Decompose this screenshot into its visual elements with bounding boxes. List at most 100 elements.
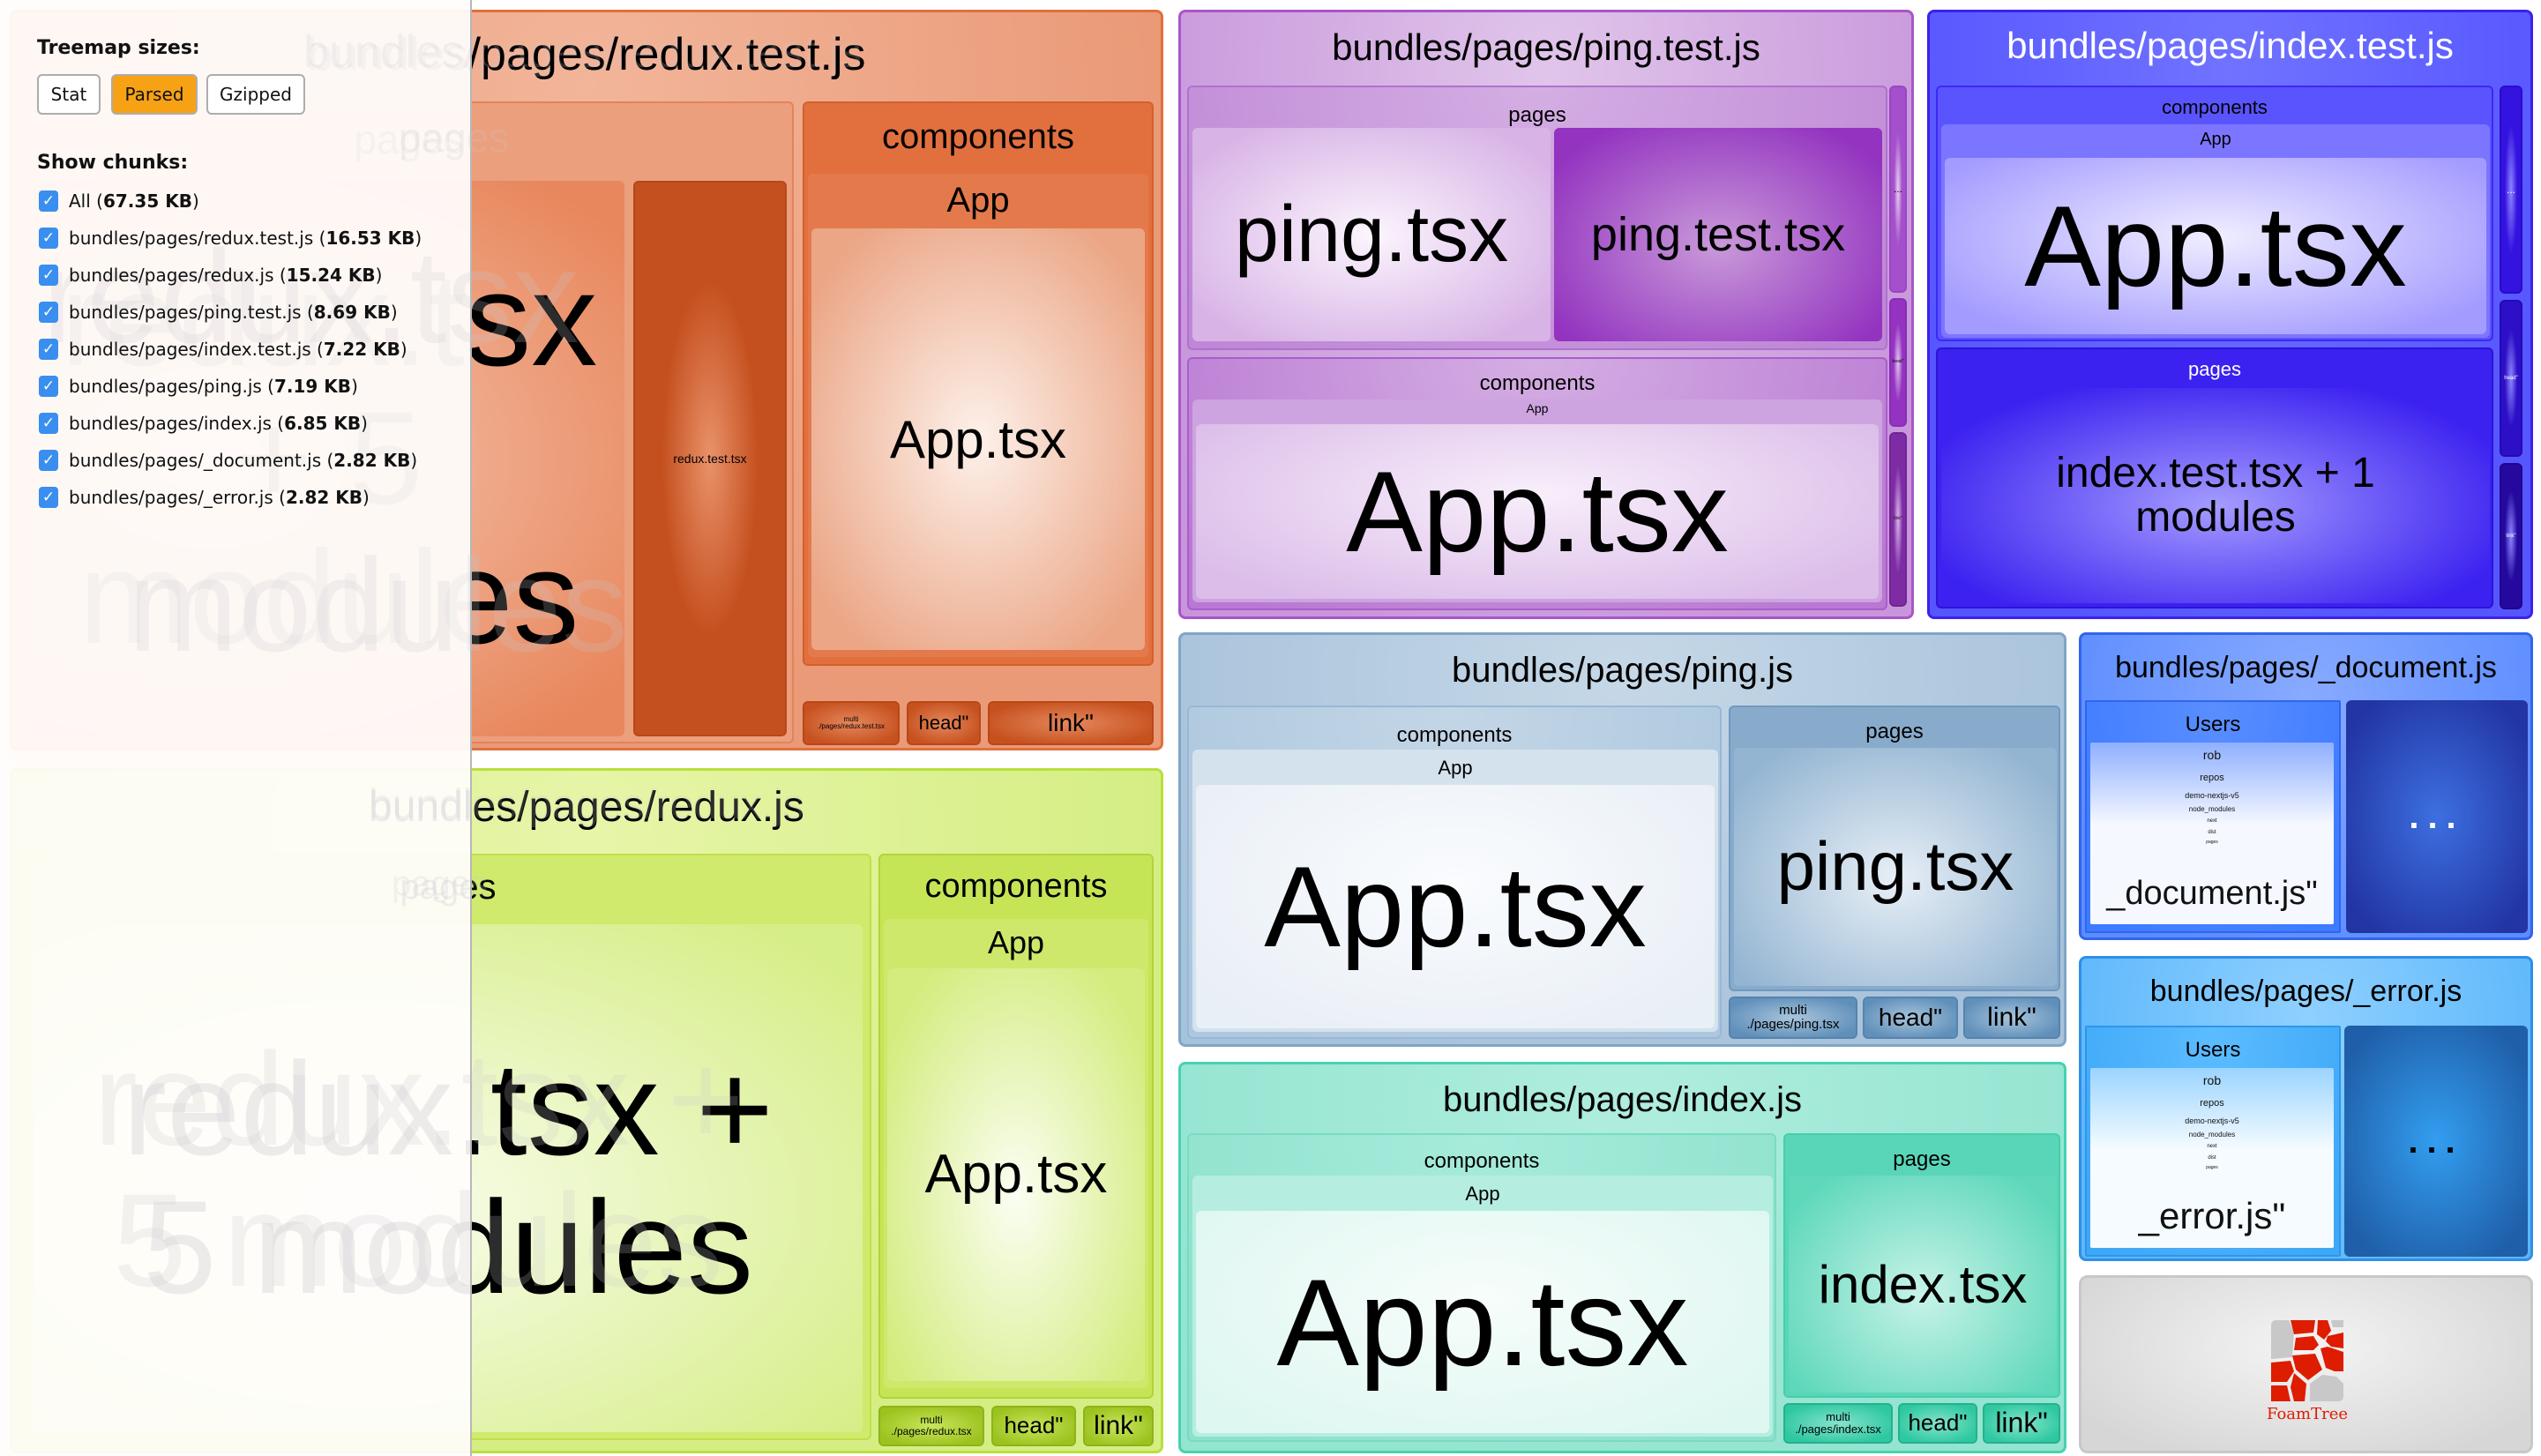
- group-label: App: [946, 181, 1010, 220]
- group-pages[interactable]: pages index.tsx: [1783, 1133, 2060, 1398]
- module-more[interactable]: ...: [2346, 700, 2528, 933]
- chunk-checkbox-index[interactable]: ✓ bundles/pages/index.js (6.85 KB): [39, 411, 368, 436]
- size-button-parsed[interactable]: Parsed: [111, 74, 198, 115]
- module-index-tsx[interactable]: index.tsx: [1789, 1176, 2057, 1393]
- module-multi[interactable]: multi ./pages/redux.test.tsx: [803, 701, 900, 745]
- chunk-checkbox-redux[interactable]: ✓ bundles/pages/redux.js (15.24 KB): [39, 263, 382, 287]
- checkbox-checked-icon[interactable]: ✓: [39, 376, 58, 397]
- chunk-document[interactable]: bundles/pages/_document.js Users rob rep…: [2079, 632, 2533, 940]
- group-app[interactable]: App App.tsx: [1192, 750, 1718, 1032]
- checkbox-checked-icon[interactable]: ✓: [39, 450, 58, 471]
- group-app[interactable]: App App.tsx: [884, 919, 1148, 1388]
- group-components[interactable]: components App App.tsx: [1187, 706, 1722, 1039]
- checkbox-checked-icon[interactable]: ✓: [39, 339, 58, 360]
- chunk-checkbox-ping-test[interactable]: ✓ bundles/pages/ping.test.js (8.69 KB): [39, 300, 398, 325]
- module-label: link": [1048, 709, 1094, 737]
- module-ping-tsx[interactable]: ping.tsx: [1192, 128, 1551, 341]
- module-ping-tsx[interactable]: ping.tsx: [1734, 748, 2057, 986]
- module-app-tsx[interactable]: App.tsx: [887, 968, 1145, 1381]
- group-pages[interactable]: pages ping.tsx ping.test.tsx: [1187, 86, 1887, 350]
- module-link[interactable]: link": [1963, 997, 2060, 1039]
- chunk-ping[interactable]: bundles/pages/ping.js components App App…: [1178, 632, 2066, 1047]
- chunk-checkbox-redux-test[interactable]: ✓ bundles/pages/redux.test.js (16.53 KB): [39, 226, 422, 250]
- module-app-tsx[interactable]: App.tsx: [1196, 785, 1715, 1028]
- module-more[interactable]: ...: [2344, 1026, 2528, 1257]
- checkbox-checked-icon[interactable]: ✓: [39, 190, 58, 212]
- chunk-ping-test[interactable]: bundles/pages/ping.test.js pages ping.ts…: [1178, 10, 1914, 619]
- module-app-tsx[interactable]: App.tsx: [1196, 1211, 1769, 1433]
- module-more[interactable]: ...: [2500, 86, 2522, 294]
- module-link[interactable]: link": [2500, 463, 2522, 609]
- chunk-error[interactable]: bundles/pages/_error.js Users rob repos …: [2079, 956, 2533, 1261]
- foamtree-branding: FoamTree: [2079, 1275, 2533, 1453]
- module-index-test-tsx[interactable]: index.test.tsx + 1 modules: [1941, 388, 2490, 603]
- module-more[interactable]: ...: [1889, 86, 1907, 293]
- group-label: components: [1396, 723, 1513, 747]
- group-users[interactable]: Users rob repos demo-nextjs-v5 node_modu…: [2085, 700, 2341, 933]
- group-components[interactable]: components App App.tsx: [1187, 1133, 1776, 1442]
- chunk-checkbox-error[interactable]: ✓ bundles/pages/_error.js (2.82 KB): [39, 485, 370, 510]
- module-head[interactable]: head": [991, 1406, 1076, 1446]
- module-link[interactable]: link": [1889, 432, 1907, 607]
- module-redux-test-tsx[interactable]: redux.test.tsx: [633, 181, 787, 736]
- group-components[interactable]: components App App.tsx: [803, 101, 1154, 666]
- group-pages[interactable]: pages index.test.tsx + 1 modules: [1936, 347, 2493, 609]
- group-users[interactable]: Users rob repos demo-nextjs-v5 node_modu…: [2085, 1026, 2341, 1257]
- module-link[interactable]: link": [988, 701, 1154, 745]
- module-app-tsx[interactable]: App.tsx: [1945, 158, 2486, 334]
- group-tree[interactable]: rob repos demo-nextjs-v5 node_modules ne…: [2090, 743, 2334, 924]
- chunk-index[interactable]: bundles/pages/index.js components App Ap…: [1178, 1062, 2066, 1453]
- module-head[interactable]: head": [1898, 1403, 1977, 1444]
- module-head[interactable]: head": [1863, 997, 1958, 1039]
- checkbox-checked-icon[interactable]: ✓: [39, 487, 58, 508]
- tree-level: rob: [2202, 748, 2222, 762]
- module-head[interactable]: head": [1889, 298, 1907, 427]
- group-label: App: [1438, 757, 1473, 779]
- module-document-js[interactable]: _document.js": [2090, 875, 2334, 913]
- checkbox-checked-icon[interactable]: ✓: [39, 302, 58, 323]
- module-app-tsx[interactable]: App.tsx: [811, 228, 1145, 650]
- checkbox-checked-icon[interactable]: ✓: [39, 413, 58, 434]
- module-multi[interactable]: multi ./pages/index.tsx: [1783, 1403, 1893, 1444]
- chunk-index-test[interactable]: bundles/pages/index.test.js components A…: [1927, 10, 2533, 619]
- module-label: link": [1094, 1411, 1143, 1441]
- module-label: multi: [1779, 1003, 1807, 1019]
- size-button-gzipped[interactable]: Gzipped: [206, 74, 305, 115]
- group-components[interactable]: components App App.tsx: [878, 854, 1154, 1399]
- group-components[interactable]: components App App.tsx: [1187, 357, 1887, 610]
- sidebar-panel[interactable]: bundles/pages/redux.test.js pages redux.…: [0, 0, 862, 1456]
- module-ping-test-tsx[interactable]: ping.test.tsx: [1554, 128, 1882, 341]
- module-error-js[interactable]: _error.js": [2090, 1195, 2334, 1237]
- module-link[interactable]: link": [1983, 1403, 2060, 1444]
- group-app[interactable]: App App.tsx: [1192, 399, 1882, 602]
- tree-level: rob: [2202, 1073, 2222, 1087]
- group-app[interactable]: App App.tsx: [1941, 124, 2490, 338]
- chunk-checkbox-document[interactable]: ✓ bundles/pages/_document.js (2.82 KB): [39, 448, 417, 473]
- tree-level: node_modules: [2188, 805, 2236, 813]
- module-head[interactable]: head": [2500, 300, 2522, 457]
- module-link[interactable]: link": [1083, 1406, 1154, 1446]
- size-button-stat[interactable]: Stat: [37, 74, 101, 115]
- module-multi[interactable]: multi ./pages/redux.tsx: [878, 1406, 984, 1446]
- tree-level: repos: [2200, 1098, 2224, 1109]
- checkbox-checked-icon[interactable]: ✓: [39, 265, 58, 286]
- chunk-checkbox-ping[interactable]: ✓ bundles/pages/ping.js (7.19 KB): [39, 374, 358, 399]
- group-app[interactable]: App App.tsx: [1192, 1176, 1773, 1437]
- group-app[interactable]: App App.tsx: [808, 174, 1148, 657]
- chunk-checkbox-all[interactable]: ✓ All (67.35 KB): [39, 189, 199, 213]
- module-multi[interactable]: multi ./pages/ping.tsx: [1729, 997, 1857, 1039]
- chunk-title: bundles/pages/index.js: [1443, 1080, 1802, 1119]
- module-app-tsx[interactable]: App.tsx: [1196, 424, 1879, 599]
- module-label: link": [1995, 1407, 2048, 1439]
- chunk-checkbox-index-test[interactable]: ✓ bundles/pages/index.test.js (7.22 KB): [39, 337, 407, 362]
- group-label: pages: [1508, 103, 1566, 127]
- treemap-sizes-label: Treemap sizes:: [37, 37, 200, 59]
- module-head[interactable]: head": [907, 701, 981, 745]
- module-label: modules: [2135, 494, 2296, 541]
- group-pages[interactable]: pages ping.tsx: [1729, 706, 2060, 991]
- group-components[interactable]: components App App.tsx: [1936, 86, 2493, 341]
- checkbox-checked-icon[interactable]: ✓: [39, 228, 58, 249]
- group-tree[interactable]: rob repos demo-nextjs-v5 node_modules ne…: [2090, 1068, 2334, 1248]
- module-label: head": [1878, 1004, 1943, 1032]
- module-label: link": [1987, 1003, 2037, 1033]
